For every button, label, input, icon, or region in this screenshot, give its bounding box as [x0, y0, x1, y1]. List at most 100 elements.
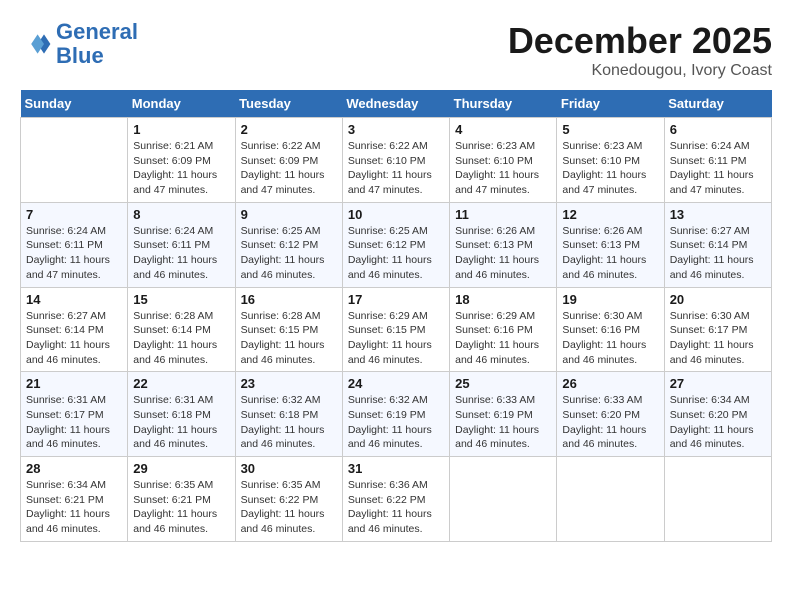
day-number: 28	[26, 461, 122, 476]
day-number: 9	[241, 207, 337, 222]
day-info: Sunrise: 6:33 AM Sunset: 6:19 PM Dayligh…	[455, 393, 551, 452]
day-number: 27	[670, 376, 766, 391]
day-info: Sunrise: 6:24 AM Sunset: 6:11 PM Dayligh…	[133, 224, 229, 283]
day-info: Sunrise: 6:26 AM Sunset: 6:13 PM Dayligh…	[562, 224, 658, 283]
column-header-friday: Friday	[557, 90, 664, 118]
calendar-cell: 26 Sunrise: 6:33 AM Sunset: 6:20 PM Dayli…	[557, 372, 664, 457]
day-info: Sunrise: 6:32 AM Sunset: 6:18 PM Dayligh…	[241, 393, 337, 452]
calendar-cell: 15 Sunrise: 6:28 AM Sunset: 6:14 PM Dayli…	[128, 287, 235, 372]
calendar-cell	[664, 457, 771, 542]
calendar-cell: 17 Sunrise: 6:29 AM Sunset: 6:15 PM Dayli…	[342, 287, 449, 372]
calendar-cell: 20 Sunrise: 6:30 AM Sunset: 6:17 PM Dayli…	[664, 287, 771, 372]
column-header-sunday: Sunday	[21, 90, 128, 118]
day-number: 5	[562, 122, 658, 137]
month-title: December 2025	[508, 20, 772, 62]
day-info: Sunrise: 6:21 AM Sunset: 6:09 PM Dayligh…	[133, 139, 229, 198]
day-number: 16	[241, 292, 337, 307]
day-number: 17	[348, 292, 444, 307]
day-number: 13	[670, 207, 766, 222]
column-header-monday: Monday	[128, 90, 235, 118]
calendar-cell: 11Sunrise: 6:26 AM Sunset: 6:13 PM Dayli…	[450, 202, 557, 287]
calendar-cell: 12 Sunrise: 6:26 AM Sunset: 6:13 PM Dayli…	[557, 202, 664, 287]
day-number: 12	[562, 207, 658, 222]
calendar-cell: 10 Sunrise: 6:25 AM Sunset: 6:12 PM Dayli…	[342, 202, 449, 287]
day-number: 25	[455, 376, 551, 391]
day-info: Sunrise: 6:33 AM Sunset: 6:20 PM Dayligh…	[562, 393, 658, 452]
day-info: Sunrise: 6:27 AM Sunset: 6:14 PM Dayligh…	[670, 224, 766, 283]
day-info: Sunrise: 6:22 AM Sunset: 6:10 PM Dayligh…	[348, 139, 444, 198]
calendar-cell: 16 Sunrise: 6:28 AM Sunset: 6:15 PM Dayli…	[235, 287, 342, 372]
column-header-thursday: Thursday	[450, 90, 557, 118]
day-info: Sunrise: 6:25 AM Sunset: 6:12 PM Dayligh…	[348, 224, 444, 283]
day-info: Sunrise: 6:34 AM Sunset: 6:21 PM Dayligh…	[26, 478, 122, 537]
day-number: 30	[241, 461, 337, 476]
day-info: Sunrise: 6:31 AM Sunset: 6:17 PM Dayligh…	[26, 393, 122, 452]
week-row-1: 1Sunrise: 6:21 AM Sunset: 6:09 PM Daylig…	[21, 118, 772, 203]
day-info: Sunrise: 6:28 AM Sunset: 6:15 PM Dayligh…	[241, 309, 337, 368]
calendar-cell: 8Sunrise: 6:24 AM Sunset: 6:11 PM Daylig…	[128, 202, 235, 287]
day-info: Sunrise: 6:23 AM Sunset: 6:10 PM Dayligh…	[455, 139, 551, 198]
column-header-tuesday: Tuesday	[235, 90, 342, 118]
day-number: 6	[670, 122, 766, 137]
day-info: Sunrise: 6:27 AM Sunset: 6:14 PM Dayligh…	[26, 309, 122, 368]
calendar-cell: 22Sunrise: 6:31 AM Sunset: 6:18 PM Dayli…	[128, 372, 235, 457]
day-info: Sunrise: 6:30 AM Sunset: 6:16 PM Dayligh…	[562, 309, 658, 368]
day-info: Sunrise: 6:36 AM Sunset: 6:22 PM Dayligh…	[348, 478, 444, 537]
calendar-cell: 6 Sunrise: 6:24 AM Sunset: 6:11 PM Daylig…	[664, 118, 771, 203]
day-number: 23	[241, 376, 337, 391]
day-info: Sunrise: 6:32 AM Sunset: 6:19 PM Dayligh…	[348, 393, 444, 452]
week-row-2: 7 Sunrise: 6:24 AM Sunset: 6:11 PM Daylig…	[21, 202, 772, 287]
day-number: 29	[133, 461, 229, 476]
day-number: 4	[455, 122, 551, 137]
day-number: 10	[348, 207, 444, 222]
title-area: December 2025 Konedougou, Ivory Coast	[508, 20, 772, 80]
calendar-cell: 3Sunrise: 6:22 AM Sunset: 6:10 PM Daylig…	[342, 118, 449, 203]
calendar-cell	[450, 457, 557, 542]
day-info: Sunrise: 6:25 AM Sunset: 6:12 PM Dayligh…	[241, 224, 337, 283]
week-row-5: 28 Sunrise: 6:34 AM Sunset: 6:21 PM Dayli…	[21, 457, 772, 542]
day-number: 20	[670, 292, 766, 307]
week-row-4: 21Sunrise: 6:31 AM Sunset: 6:17 PM Dayli…	[21, 372, 772, 457]
calendar-cell: 4 Sunrise: 6:23 AM Sunset: 6:10 PM Daylig…	[450, 118, 557, 203]
calendar-table: SundayMondayTuesdayWednesdayThursdayFrid…	[20, 90, 772, 542]
day-info: Sunrise: 6:35 AM Sunset: 6:21 PM Dayligh…	[133, 478, 229, 537]
header-row: SundayMondayTuesdayWednesdayThursdayFrid…	[21, 90, 772, 118]
calendar-cell: 19 Sunrise: 6:30 AM Sunset: 6:16 PM Dayli…	[557, 287, 664, 372]
day-info: Sunrise: 6:28 AM Sunset: 6:14 PM Dayligh…	[133, 309, 229, 368]
day-info: Sunrise: 6:23 AM Sunset: 6:10 PM Dayligh…	[562, 139, 658, 198]
day-info: Sunrise: 6:29 AM Sunset: 6:15 PM Dayligh…	[348, 309, 444, 368]
day-number: 15	[133, 292, 229, 307]
calendar-cell: 5 Sunrise: 6:23 AM Sunset: 6:10 PM Daylig…	[557, 118, 664, 203]
day-info: Sunrise: 6:22 AM Sunset: 6:09 PM Dayligh…	[241, 139, 337, 198]
calendar-cell: 31 Sunrise: 6:36 AM Sunset: 6:22 PM Dayli…	[342, 457, 449, 542]
day-number: 7	[26, 207, 122, 222]
day-number: 14	[26, 292, 122, 307]
header: General Blue December 2025 Konedougou, I…	[20, 20, 772, 80]
calendar-cell: 9 Sunrise: 6:25 AM Sunset: 6:12 PM Daylig…	[235, 202, 342, 287]
day-number: 26	[562, 376, 658, 391]
calendar-cell: 21Sunrise: 6:31 AM Sunset: 6:17 PM Dayli…	[21, 372, 128, 457]
day-number: 19	[562, 292, 658, 307]
day-number: 18	[455, 292, 551, 307]
calendar-cell: 25 Sunrise: 6:33 AM Sunset: 6:19 PM Dayli…	[450, 372, 557, 457]
day-number: 11	[455, 207, 551, 222]
day-info: Sunrise: 6:24 AM Sunset: 6:11 PM Dayligh…	[670, 139, 766, 198]
day-info: Sunrise: 6:29 AM Sunset: 6:16 PM Dayligh…	[455, 309, 551, 368]
calendar-cell: 14 Sunrise: 6:27 AM Sunset: 6:14 PM Dayli…	[21, 287, 128, 372]
calendar-cell: 7 Sunrise: 6:24 AM Sunset: 6:11 PM Daylig…	[21, 202, 128, 287]
calendar-cell: 28 Sunrise: 6:34 AM Sunset: 6:21 PM Dayli…	[21, 457, 128, 542]
day-number: 31	[348, 461, 444, 476]
calendar-cell: 24Sunrise: 6:32 AM Sunset: 6:19 PM Dayli…	[342, 372, 449, 457]
location-subtitle: Konedougou, Ivory Coast	[508, 62, 772, 80]
day-info: Sunrise: 6:24 AM Sunset: 6:11 PM Dayligh…	[26, 224, 122, 283]
day-number: 2	[241, 122, 337, 137]
day-number: 22	[133, 376, 229, 391]
calendar-cell: 18 Sunrise: 6:29 AM Sunset: 6:16 PM Dayli…	[450, 287, 557, 372]
logo-icon	[20, 28, 52, 60]
day-info: Sunrise: 6:35 AM Sunset: 6:22 PM Dayligh…	[241, 478, 337, 537]
day-info: Sunrise: 6:30 AM Sunset: 6:17 PM Dayligh…	[670, 309, 766, 368]
column-header-wednesday: Wednesday	[342, 90, 449, 118]
day-info: Sunrise: 6:34 AM Sunset: 6:20 PM Dayligh…	[670, 393, 766, 452]
calendar-cell: 27 Sunrise: 6:34 AM Sunset: 6:20 PM Dayli…	[664, 372, 771, 457]
calendar-cell: 1Sunrise: 6:21 AM Sunset: 6:09 PM Daylig…	[128, 118, 235, 203]
